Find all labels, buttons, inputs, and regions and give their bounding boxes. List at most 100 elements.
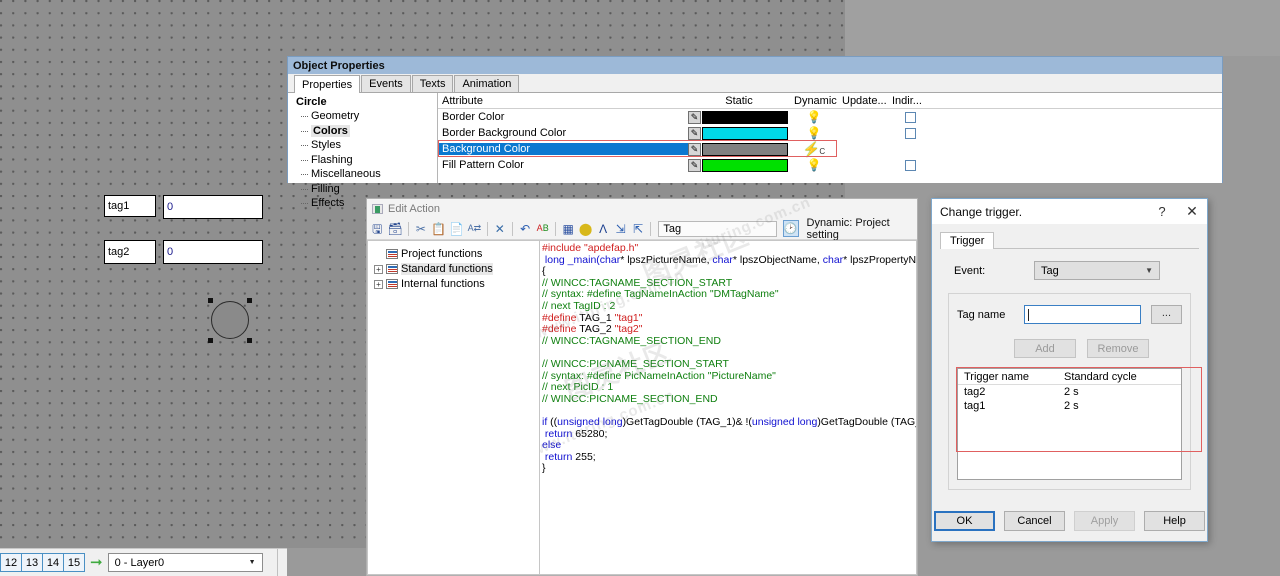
static-color-cell[interactable]: ✎ (688, 110, 790, 124)
question-mark-icon[interactable]: ? (1147, 199, 1177, 224)
change-trigger-tabs: Trigger (940, 230, 1199, 249)
trigger-list[interactable]: Trigger name Standard cycle tag2 2 s tag… (956, 367, 1202, 480)
object-properties-titlebar: Object Properties (288, 57, 1222, 74)
delete-icon[interactable]: ✕ (493, 221, 508, 237)
selection-handle-sw[interactable] (208, 338, 213, 343)
color-swatch[interactable] (702, 126, 788, 140)
pen-icon[interactable]: ✎ (688, 126, 701, 140)
table-row[interactable]: Border Color ✎ 💡 (438, 109, 1222, 125)
lightbulb-icon[interactable]: 💡 (807, 159, 822, 171)
undo-icon[interactable]: ↶ (518, 221, 533, 237)
paste-icon[interactable]: 📄 (449, 221, 464, 237)
tree-item-colors[interactable]: Colors (294, 124, 437, 139)
layer-number-12[interactable]: 12 (0, 553, 22, 572)
tab-properties[interactable]: Properties (294, 75, 361, 93)
tab-animation[interactable]: Animation (454, 75, 520, 92)
table-row[interactable]: Border Background Color ✎ 💡 (438, 125, 1222, 141)
export-icon[interactable]: ⇱ (631, 221, 646, 237)
pen-icon[interactable]: ✎ (688, 158, 701, 172)
expand-icon[interactable]: + (374, 279, 383, 289)
layer-number-13[interactable]: 13 (21, 553, 43, 572)
lightbulb-icon[interactable]: 💡 (807, 111, 822, 123)
indirect-checkbox[interactable] (905, 159, 916, 171)
save-as-icon[interactable]: 🗃 (388, 221, 403, 237)
tag-name-input[interactable] (1024, 305, 1141, 324)
tree-item-filling[interactable]: Filling (294, 182, 437, 197)
green-arrow-icon[interactable]: ➞ (90, 555, 103, 570)
code-text[interactable]: #include "apdefap.h" long _main(char* lp… (542, 242, 916, 475)
list-item[interactable]: tag2 2 s (958, 385, 1181, 399)
tag2-value-field[interactable]: 0 (163, 240, 263, 264)
tag2-label-field[interactable]: tag2 (104, 240, 156, 264)
lightning-bolt-icon[interactable]: ⚡ (803, 142, 820, 156)
tree-item-standard-functions[interactable]: + Standard functions (372, 262, 539, 276)
dynamic-cell[interactable]: 💡 (790, 127, 838, 139)
tag1-label-field[interactable]: tag1 (104, 195, 156, 217)
dynamic-type-suffix: C (819, 147, 826, 156)
help-button[interactable]: Help (1144, 511, 1205, 531)
selection-handle-nw[interactable] (208, 298, 213, 303)
pen-icon[interactable]: ✎ (688, 110, 701, 124)
lightbulb-icon[interactable]: 💡 (807, 127, 822, 139)
color-swatch[interactable] (702, 110, 788, 124)
layer-number-14[interactable]: 14 (42, 553, 64, 572)
copy-icon[interactable]: 📋 (431, 221, 446, 237)
dynamic-cell[interactable]: 💡 (790, 111, 838, 123)
function-icon[interactable]: Λ (596, 221, 611, 237)
color-swatch[interactable] (702, 158, 788, 172)
list-item[interactable]: tag1 2 s (958, 399, 1181, 413)
tab-texts[interactable]: Texts (411, 75, 454, 92)
indirect-checkbox[interactable] (905, 111, 916, 123)
function-tree[interactable]: Project functions + Standard functions +… (367, 240, 539, 575)
layer-number-15[interactable]: 15 (63, 553, 85, 572)
color-swatch[interactable] (702, 142, 788, 156)
remove-button[interactable]: Remove (1087, 339, 1149, 358)
static-color-cell[interactable]: ✎ (688, 142, 790, 156)
object-icon[interactable]: ⬤ (578, 221, 593, 237)
designer-status-bar: 12 13 14 15 ➞ 0 - Layer0 ▼ (0, 548, 287, 576)
event-select[interactable]: Tag ▼ (1034, 261, 1160, 280)
static-color-cell[interactable]: ✎ (688, 126, 790, 140)
tree-item-miscellaneous[interactable]: Miscellaneous (294, 167, 437, 182)
browse-tag-button[interactable]: ... (1150, 305, 1182, 324)
add-button[interactable]: Add (1014, 339, 1076, 358)
property-group-tree[interactable]: Circle Geometry Colors Styles Flashing M… (288, 93, 438, 209)
selection-handle-se[interactable] (247, 338, 252, 343)
table-row[interactable]: Fill Pattern Color ✎ 💡 (438, 157, 1222, 173)
dynamic-cell[interactable]: 💡 (790, 159, 838, 171)
import-icon[interactable]: ⇲ (613, 221, 628, 237)
tag1-value-field[interactable]: 0 (163, 195, 263, 219)
close-icon[interactable]: ✕ (1177, 199, 1207, 224)
list-icon[interactable]: ▦ (561, 221, 576, 237)
compile-icon[interactable]: AB (535, 221, 550, 237)
table-row[interactable]: Background Color ✎ ⚡ C (438, 140, 1222, 157)
circle-object[interactable] (211, 301, 249, 339)
edit-action-toolbar: 🖫 🗃 ✂ 📋 📄 A⇄ ✕ ↶ AB ▦ ⬤ Λ ⇲ ⇱ Tag 🕑 Dyna… (367, 217, 917, 241)
tree-item-geometry[interactable]: Geometry (294, 109, 437, 124)
pen-icon[interactable]: ✎ (688, 142, 701, 156)
tab-trigger[interactable]: Trigger (940, 232, 995, 249)
tree-item-flashing[interactable]: Flashing (294, 153, 437, 168)
static-color-cell[interactable]: ✎ (688, 158, 790, 172)
code-editor[interactable]: #include "apdefap.h" long _main(char* lp… (539, 240, 917, 575)
dynamic-cell[interactable]: ⚡ C (790, 142, 838, 156)
trigger-clock-icon[interactable]: 🕑 (782, 220, 799, 237)
save-icon[interactable]: 🖫 (370, 221, 385, 237)
tree-item-project-functions[interactable]: Project functions (372, 247, 539, 261)
indirect-cell[interactable] (888, 159, 933, 171)
trigger-type-combo[interactable]: Tag (658, 220, 777, 237)
selection-handle-ne[interactable] (247, 298, 252, 303)
cut-icon[interactable]: ✂ (414, 221, 429, 237)
cancel-button[interactable]: Cancel (1004, 511, 1065, 531)
indirect-checkbox[interactable] (905, 127, 916, 139)
expand-icon[interactable]: + (374, 264, 383, 274)
indirect-cell[interactable] (888, 127, 933, 139)
indirect-cell[interactable] (888, 111, 933, 123)
tree-item-internal-functions[interactable]: + Internal functions (372, 277, 539, 291)
tree-item-styles[interactable]: Styles (294, 138, 437, 153)
replace-icon[interactable]: A⇄ (467, 221, 482, 237)
tab-events[interactable]: Events (361, 75, 411, 92)
ok-button[interactable]: OK (934, 511, 995, 531)
layer-select[interactable]: 0 - Layer0 ▼ (107, 553, 263, 572)
apply-button[interactable]: Apply (1074, 511, 1135, 531)
